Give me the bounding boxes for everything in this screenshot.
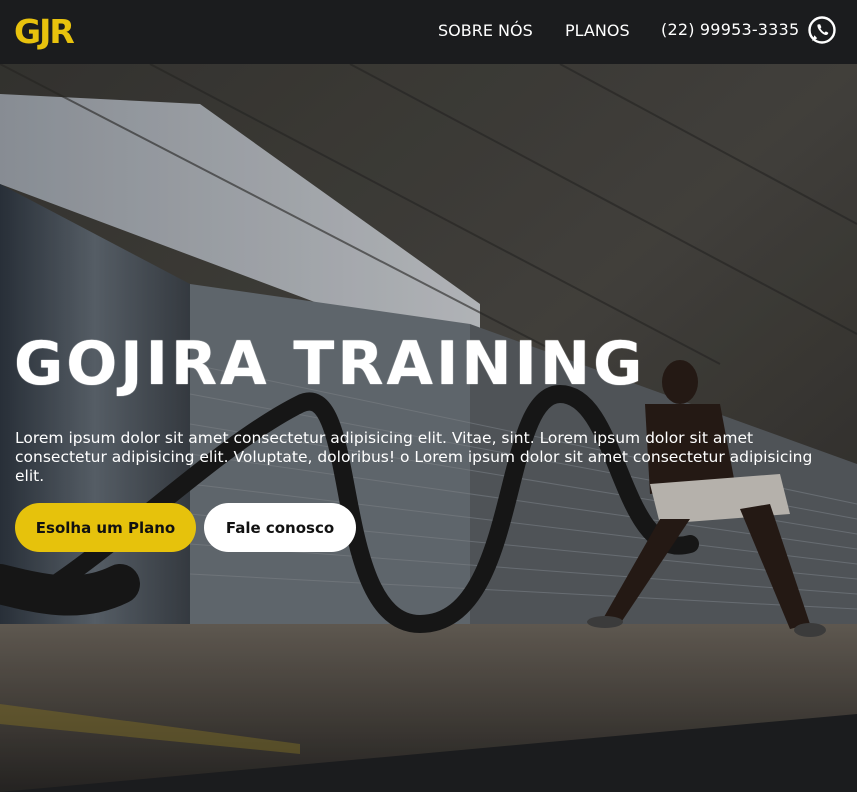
whatsapp-icon[interactable] bbox=[807, 15, 837, 45]
choose-plan-button[interactable]: Esolha um Plano bbox=[15, 503, 196, 552]
hero-section: GOJIRA TRAINING Lorem ipsum dolor sit am… bbox=[0, 64, 857, 792]
nav-link-plans[interactable]: PLANOS bbox=[565, 20, 630, 42]
contact-button[interactable]: Fale conosco bbox=[204, 503, 356, 552]
navbar: GJR SOBRE NÓS PLANOS (22) 99953-3335 bbox=[0, 0, 857, 64]
hero-overlay bbox=[0, 64, 857, 792]
nav-phone-number[interactable]: (22) 99953-3335 bbox=[661, 19, 799, 41]
hero-description: Lorem ipsum dolor sit amet consectetur a… bbox=[15, 429, 813, 485]
nav-link-about[interactable]: SOBRE NÓS bbox=[438, 20, 533, 42]
logo[interactable]: GJR bbox=[14, 14, 75, 50]
hero-title: GOJIRA TRAINING bbox=[14, 329, 646, 399]
